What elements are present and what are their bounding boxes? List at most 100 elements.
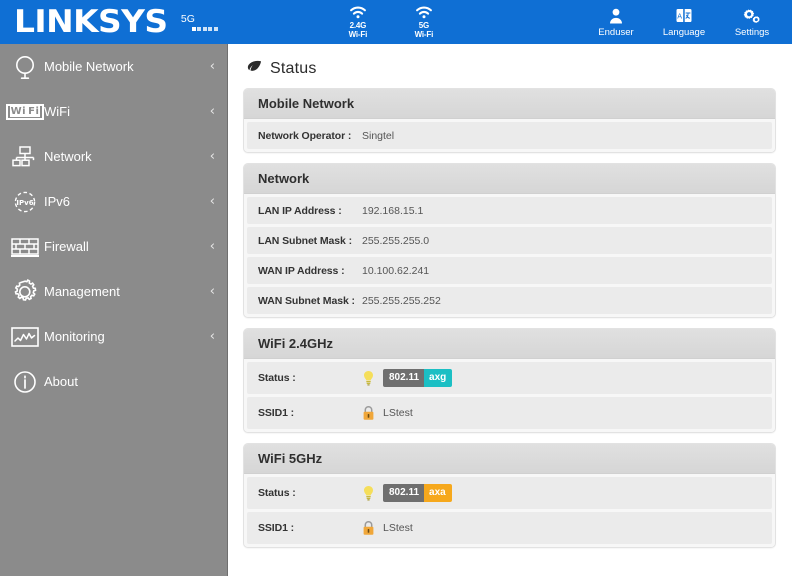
sidebar-item-network[interactable]: Network ‹: [0, 134, 227, 179]
chevron-left-icon[interactable]: ‹: [210, 330, 215, 343]
row-value: 255.255.255.252: [362, 294, 441, 307]
chevron-left-icon[interactable]: ‹: [210, 195, 215, 208]
sidebar-item-firewall[interactable]: Firewall ‹: [0, 224, 227, 269]
badge-mode: axg: [424, 369, 453, 387]
table-row: Status : 802.11 axg: [247, 362, 772, 394]
panel-network: Network LAN IP Address : 192.168.15.1 LA…: [243, 163, 776, 318]
wifi-indicator-5g: 5G Wi-Fi: [404, 5, 444, 39]
table-row: LAN Subnet Mask : 255.255.255.0: [247, 227, 772, 254]
table-row: Network Operator : Singtel: [247, 122, 772, 149]
row-label: LAN Subnet Mask :: [258, 234, 352, 247]
sidebar-item-label: Monitoring: [44, 329, 105, 344]
lock-icon: [362, 405, 375, 421]
sidebar-item-label: WiFi: [44, 104, 70, 119]
enduser-button[interactable]: Enduser: [592, 7, 640, 38]
top-bar-actions: Enduser A Language Settings: [592, 7, 792, 38]
wifi-icon: [348, 5, 368, 20]
lock-icon: [362, 520, 375, 536]
wifi-icon: [414, 5, 434, 20]
wifi-indicator-label-line2: Wi-Fi: [414, 30, 434, 39]
panel-title: WiFi 2.4GHz: [244, 329, 775, 359]
row-label: SSID1 :: [258, 522, 295, 534]
lightbulb-icon: [362, 370, 375, 387]
cellular-signal-indicator: 5G: [181, 5, 218, 39]
row-value: 255.255.255.0: [362, 234, 430, 247]
gear-icon: [743, 7, 761, 25]
network-nodes-icon: [8, 140, 42, 174]
sidebar-item-about[interactable]: About: [0, 359, 227, 404]
top-bar: LINKSYS 5G 2.4G Wi-Fi 5G Wi-Fi Enduser A…: [0, 0, 792, 44]
leaf-icon: [247, 60, 262, 78]
linksys-logo: LINKSYS: [14, 3, 168, 40]
wifi-indicator-24g: 2.4G Wi-Fi: [338, 5, 378, 39]
table-row: SSID1 : LStest: [247, 512, 772, 544]
language-label: Language: [662, 26, 706, 38]
sidebar-item-label: IPv6: [44, 194, 71, 209]
page-title-text: Status: [270, 60, 317, 77]
chevron-left-icon[interactable]: ‹: [210, 105, 215, 118]
badge-standard: 802.11: [383, 484, 425, 502]
main-content: Status Mobile Network Network Operator :…: [229, 44, 792, 576]
panel-title: WiFi 5GHz: [244, 444, 775, 474]
row-value: 192.168.15.1: [362, 204, 424, 217]
sidebar-item-label: Network: [44, 149, 92, 164]
user-icon: [609, 7, 623, 25]
sidebar-item-monitoring[interactable]: Monitoring ‹: [0, 314, 227, 359]
wifi-indicator-label-line1: 5G: [418, 21, 429, 30]
lightbulb-icon: [362, 485, 375, 502]
row-label: LAN IP Address :: [258, 204, 342, 217]
chevron-left-icon[interactable]: ‹: [210, 60, 215, 73]
row-value: LStest: [383, 522, 413, 534]
row-value: 10.100.62.241: [362, 264, 430, 277]
sidebar-item-label: About: [44, 374, 78, 389]
info-icon: [8, 365, 42, 399]
globe-icon: [8, 50, 42, 84]
table-row: LAN IP Address : 192.168.15.1: [247, 197, 772, 224]
sidebar-item-ipv6[interactable]: IPv6 IPv6 ‹: [0, 179, 227, 224]
settings-label: Settings: [734, 26, 770, 38]
row-label: WAN IP Address :: [258, 264, 345, 277]
signal-bars-icon: [191, 26, 218, 31]
wifi-text-icon: Wi Fi: [5, 95, 45, 129]
sidebar-item-label: Firewall: [44, 239, 89, 254]
badge-mode: axa: [424, 484, 452, 502]
table-row: SSID1 : LStest: [247, 397, 772, 429]
panel-body: Status : 802.11 axg SSID1: LStest: [244, 359, 775, 432]
panel-body: Network Operator : Singtel: [244, 119, 775, 152]
wifi-indicator-label-line1: 2.4G: [349, 21, 367, 30]
row-label: Status :: [258, 372, 296, 384]
language-button[interactable]: A Language: [660, 7, 708, 38]
table-row: Status : 802.11 axa: [247, 477, 772, 509]
sidebar-item-mobile-network[interactable]: Mobile Network ‹: [0, 44, 227, 89]
chevron-left-icon[interactable]: ‹: [210, 150, 215, 163]
panel-body: LAN IP Address : 192.168.15.1 LAN Subnet…: [244, 194, 775, 317]
row-label: WAN Subnet Mask :: [258, 294, 355, 307]
chevron-left-icon[interactable]: ‹: [210, 285, 215, 298]
sidebar-item-label: Management: [44, 284, 120, 299]
firewall-brick-icon: [8, 230, 42, 264]
sidebar: Mobile Network ‹ Wi Fi WiFi ‹ Network ‹ I…: [0, 44, 228, 576]
panel-body: Status : 802.11 axa SSID1: LStest: [244, 474, 775, 547]
sidebar-item-management[interactable]: Management ‹: [0, 269, 227, 314]
row-label: Status :: [258, 487, 296, 499]
svg-text:IPv6: IPv6: [16, 199, 33, 207]
row-value: LStest: [383, 407, 413, 419]
signal-label: 5G: [180, 12, 195, 25]
row-label: SSID1 :: [258, 407, 295, 419]
panel-title: Network: [244, 164, 775, 194]
panel-wifi-5ghz: WiFi 5GHz Status : 802.11 axa SSID1: LS…: [243, 443, 776, 548]
table-row: WAN Subnet Mask : 255.255.255.252: [247, 287, 772, 314]
status-badge: 802.11 axg: [383, 369, 453, 387]
svg-text:A: A: [677, 12, 682, 20]
panel-mobile-network: Mobile Network Network Operator : Singte…: [243, 88, 776, 153]
language-icon: A: [676, 7, 692, 25]
chevron-left-icon[interactable]: ‹: [210, 240, 215, 253]
ipv6-icon: IPv6: [8, 185, 42, 219]
row-label: Network Operator :: [258, 129, 352, 142]
wifi-indicator-label-line2: Wi-Fi: [348, 30, 368, 39]
page-title: Status: [247, 60, 776, 78]
enduser-label: Enduser: [598, 26, 634, 38]
chart-icon: [8, 320, 42, 354]
sidebar-item-wifi[interactable]: Wi Fi WiFi ‹: [0, 89, 227, 134]
settings-button[interactable]: Settings: [728, 7, 776, 38]
